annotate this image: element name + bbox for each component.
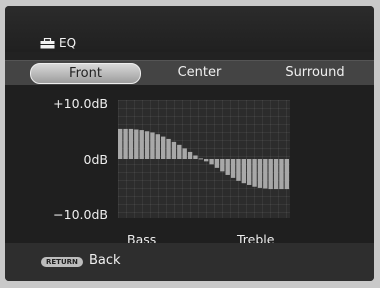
eq-band-bar (263, 159, 268, 189)
eq-band-bar (247, 159, 252, 185)
return-button-icon: RETURN (41, 257, 83, 267)
eq-chart-area: +10.0dB 0dB −10.0dB Bass Treble (5, 85, 374, 247)
eq-band-bar (220, 159, 225, 172)
eq-screen: EQ Front Center Surround +10.0dB 0dB −10… (5, 6, 374, 281)
eq-band-bar (177, 144, 182, 159)
eq-band-bar (150, 132, 155, 159)
eq-band-bar (198, 158, 204, 160)
eq-band-bar (166, 138, 171, 159)
eq-band-bar (230, 159, 236, 178)
eq-band-bar (182, 148, 187, 159)
eq-band-bar (209, 159, 214, 165)
eq-band-bar (279, 159, 284, 190)
tab-front[interactable]: Front (30, 63, 141, 84)
eq-band-bar (139, 130, 144, 159)
eq-band-bar (252, 159, 257, 187)
eq-band-bar (204, 159, 209, 162)
eq-band-bar (118, 128, 123, 159)
eq-band-bar (214, 159, 220, 168)
page-title-text: EQ (59, 36, 77, 50)
eq-band-bar (241, 159, 247, 184)
eq-band-bar (144, 131, 150, 159)
eq-band-bar (171, 141, 177, 159)
y-label-mid: 0dB (83, 152, 108, 167)
header: EQ (5, 6, 374, 52)
page-title: EQ (40, 36, 76, 50)
toolbox-icon (40, 37, 55, 48)
eq-band-bar (134, 129, 139, 159)
eq-band-bar (161, 136, 166, 159)
eq-band-bar (128, 128, 134, 159)
eq-band-bar (193, 155, 198, 159)
y-label-top: +10.0dB (53, 96, 108, 111)
channel-tabs: Front Center Surround (5, 60, 374, 86)
eq-band-bar (225, 159, 230, 175)
tab-center[interactable]: Center (162, 63, 237, 82)
tab-surround[interactable]: Surround (275, 63, 355, 82)
eq-band-bar (268, 159, 273, 190)
eq-band-bar (273, 159, 279, 190)
eq-band-bar (257, 159, 263, 188)
eq-band-bar (187, 151, 193, 159)
eq-curve (118, 128, 290, 190)
eq-band-bar (123, 128, 128, 159)
eq-plot (118, 100, 290, 218)
eq-band-bar (236, 159, 241, 181)
back-button[interactable]: Back (89, 253, 121, 268)
footer: RETURN Back (5, 243, 374, 281)
eq-band-bar (284, 159, 290, 190)
y-label-bottom: −10.0dB (53, 207, 108, 222)
eq-band-bar (155, 134, 161, 159)
